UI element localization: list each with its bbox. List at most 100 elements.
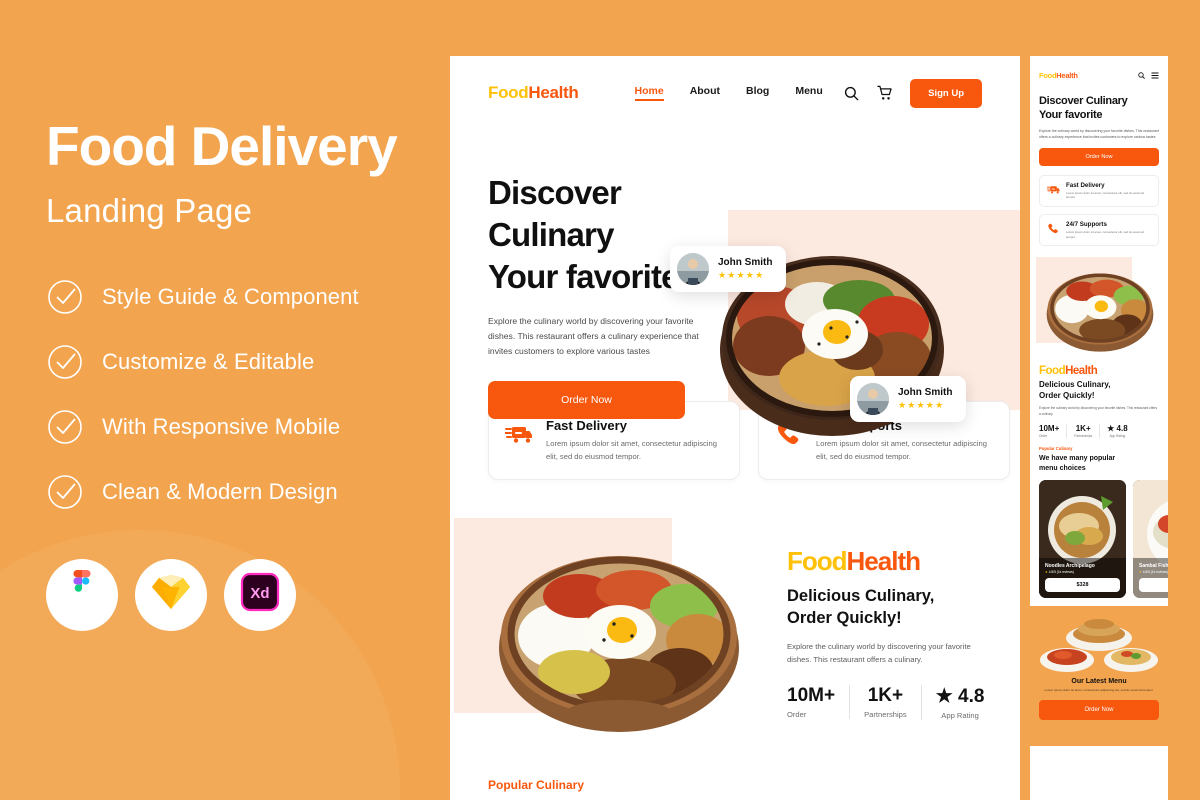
mobile-popular-label: Popular Culinary [1039,446,1073,452]
mobile-popular-title: We have many popular menu choices [1039,454,1159,474]
mobile-food-bowl-image [1040,261,1160,362]
hero-order-now-button[interactable]: Order Now [488,380,685,419]
figma-icon [67,570,97,619]
mobile-popular-section: Popular Culinary We have many popular me… [1030,438,1168,598]
stat-label: App Rating [941,711,979,721]
about-paragraph: Explore the culinary world by discoverin… [787,641,971,665]
mobile-about-brand-food: Food [1039,365,1066,378]
sketch-badge [135,558,207,631]
adobe-xd-icon: Xd [240,572,280,617]
latest-menu-plates-image [1039,616,1159,678]
popular-culinary-label: Popular Culinary [488,778,585,792]
mobile-brand-health: Health [1056,70,1078,80]
mobile-feature-cards: Fast Delivery Lorem ipsum dolor sit amet… [1030,166,1168,247]
dish-card[interactable]: Sambal Fish ★ 4.8/5 (1k reviews) $328 [1133,479,1168,598]
nav-actions: Sign Up [842,78,982,108]
mobile-about-brand-logo: FoodHealth [1039,365,1159,377]
stat-value: ★ 4.8 [935,686,985,708]
desktop-navbar: FoodHealth Home About Blog Menu Sign Up [450,56,1020,130]
mobile-feature-card-support: 24/7 Supports Lorem ipsum dolor sit amet… [1039,214,1159,247]
svg-text:Xd: Xd [250,585,269,602]
mobile-stat-order: 10M+ Order [1039,424,1066,438]
dish-card[interactable]: Noodles Archipelago ★ 4.8/5 (1k reviews)… [1039,479,1126,598]
mobile-order-now-button[interactable]: Order Now [1039,147,1159,166]
about-heading-line2: Order Quickly! [787,609,902,628]
testimonial-name: John Smith [718,257,773,268]
star-icon: ★ [1045,569,1048,574]
promo-feature-item: Clean & Modern Design [46,473,450,511]
dish-card-info: Sambal Fish ★ 4.8/5 (1k reviews) $328 [1133,558,1168,598]
adobe-xd-badge: Xd [224,558,296,631]
mobile-about-line1: Delicious Culinary, [1039,380,1111,390]
mobile-stat-label: Order [1039,434,1048,439]
testimonial-name: John Smith [898,387,953,398]
mobile-brand-logo[interactable]: FoodHealth [1039,71,1078,80]
mobile-stat-value: 10M+ [1039,424,1060,434]
feature-card-title: Fast Delivery [546,418,627,433]
mobile-hero-line2: Your favorite [1039,109,1103,122]
search-icon[interactable] [1138,66,1145,84]
mobile-popular-title-line1: We have many popular [1039,455,1116,463]
stat-value: 1K+ [867,685,904,707]
mobile-latest-order-button[interactable]: Order Now [1039,700,1159,721]
mobile-popular-title-line2: menu choices [1039,464,1086,472]
mobile-feature-title: Fast Delivery [1066,181,1105,189]
stat-value: 10M+ [787,685,836,707]
star-icon: ★ [1139,569,1142,574]
mobile-nav-actions [1138,66,1159,84]
about-brand-logo: FoodHealth [787,546,992,577]
mobile-stat-partnerships: 1K+ Partnerships [1066,424,1099,439]
dish-rating: ★ 4.8/5 (1k reviews) [1139,570,1168,574]
promo-feature-item: With Responsive Mobile [46,408,450,446]
stat-partnerships: 1K+ Partnerships [849,685,921,720]
about-copy: FoodHealth Delicious Culinary, Order Qui… [787,546,992,721]
brand-logo[interactable]: FoodHealth [488,83,579,103]
mobile-hero-paragraph: Explore the culinary world by discoverin… [1039,128,1159,139]
delivery-truck-icon [504,420,533,448]
mobile-stat-label: Partnerships [1074,434,1093,439]
nav-link-menu[interactable]: Menu [795,85,822,101]
promo-panel: Food Delivery Landing Page Style Guide &… [0,0,450,800]
dish-price[interactable]: $328 [1045,577,1120,592]
hero-heading-line1: Discover [488,174,622,211]
stat-label: Partnerships [864,710,907,720]
mobile-stat-label: App Rating [1109,434,1126,439]
stat-label: Order [787,710,807,720]
mobile-food-bowl-section [1030,253,1168,361]
check-circle-icon [46,343,84,381]
mobile-about-line2: Order Quickly! [1039,391,1095,401]
mobile-feature-title: 24/7 Supports [1066,221,1107,229]
nav-link-about[interactable]: About [690,85,720,101]
promo-feature-label: Customize & Editable [102,348,315,374]
stat-order: 10M+ Order [787,685,849,719]
check-circle-icon [46,473,84,511]
dish-price[interactable]: $328 [1139,577,1168,592]
promo-title: Food Delivery [46,115,398,177]
testimonial-card: John Smith ★★★★★ [670,246,787,292]
hero-copy: Discover Culinary Your favorite Explore … [488,172,723,419]
dish-rating: ★ 4.8/5 (1k reviews) [1045,570,1120,574]
nav-link-blog[interactable]: Blog [746,85,769,101]
cart-icon[interactable] [876,84,894,102]
signup-button[interactable]: Sign Up [910,78,982,108]
about-brand-health: Health [846,546,921,576]
testimonial-card: John Smith ★★★★★ [850,376,967,422]
promo-feature-item: Style Guide & Component [46,278,450,316]
phone-icon [1047,222,1060,235]
mobile-stat-value: ★ 4.8 [1107,424,1128,434]
hero-section: Discover Culinary Your favorite Explore … [450,130,1020,460]
search-icon[interactable] [842,84,860,102]
promo-feature-list: Style Guide & Component Customize & Edit… [46,278,450,511]
delivery-truck-icon [1046,183,1060,196]
mobile-hero: Discover Culinary Your favorite Explore … [1030,90,1168,166]
mobile-dish-cards: Noodles Archipelago ★ 4.8/5 (1k reviews)… [1039,479,1168,598]
dish-rating-value: 4.8/5 [1048,569,1056,574]
brand-logo-health: Health [528,83,579,102]
mobile-mockup: FoodHealth Discover Culinary Your favori… [1030,56,1168,800]
mobile-stats-row: 10M+ Order 1K+ Partnerships ★ 4.8 App Ra… [1039,424,1159,439]
nav-link-home[interactable]: Home [634,85,664,101]
hamburger-menu-icon[interactable] [1151,66,1159,84]
sketch-icon [150,573,192,616]
brand-logo-food: Food [488,83,529,102]
stats-row: 10M+ Order 1K+ Partnerships ★ 4.8 App Ra… [787,685,992,721]
